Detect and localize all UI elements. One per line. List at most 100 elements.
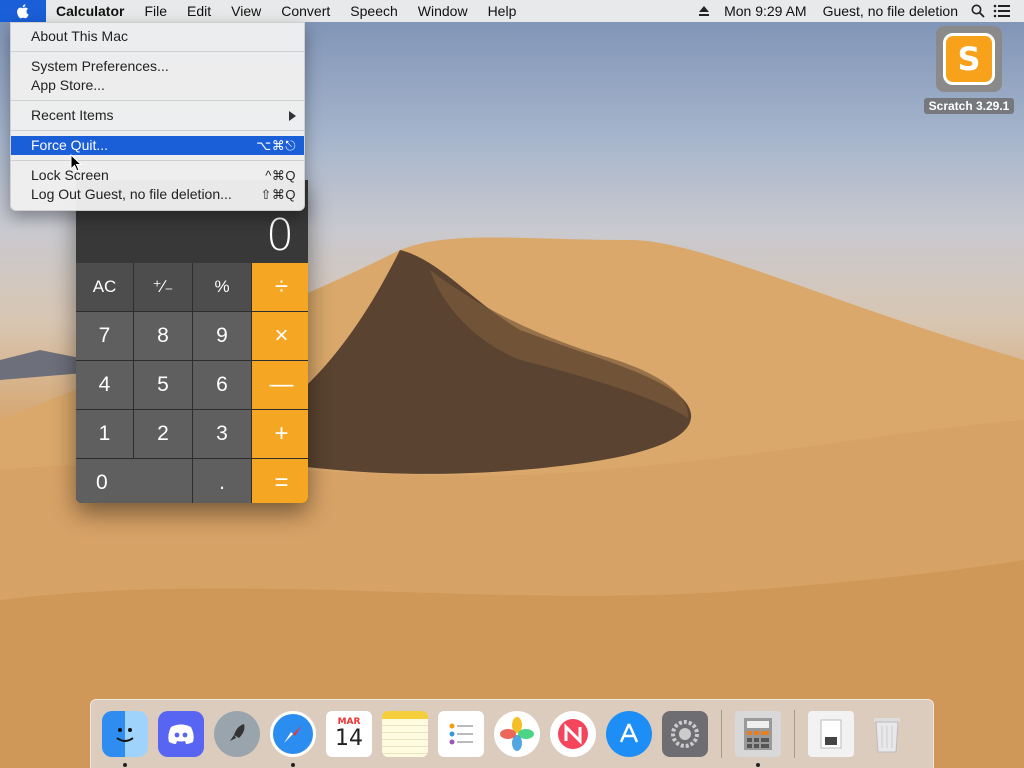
menu-separator — [11, 100, 304, 101]
scratch-app-icon: S — [936, 26, 1002, 92]
menu-item-log-out[interactable]: Log Out Guest, no file deletion... ⇧⌘Q — [11, 185, 304, 204]
apple-glyph — [17, 4, 29, 19]
dock-calendar[interactable]: MAR 14 — [321, 700, 377, 768]
menu-item-label: App Store... — [31, 77, 105, 93]
system-preferences-icon — [662, 711, 708, 757]
dock-separator — [794, 710, 795, 758]
launchpad-icon — [214, 711, 260, 757]
finder-icon — [102, 711, 148, 757]
key-plus-minus[interactable]: ⁺∕₋ — [134, 263, 192, 311]
dock-downloads[interactable] — [803, 700, 859, 768]
dock-discord[interactable] — [153, 700, 209, 768]
reminders-icon — [438, 711, 484, 757]
downloads-icon — [808, 711, 854, 757]
trash-icon — [864, 711, 910, 757]
submenu-arrow-icon — [289, 110, 296, 121]
menu-item-label: Force Quit... — [31, 137, 109, 153]
calculator-window: 0 AC ⁺∕₋ % ÷ 7 8 9 × 4 5 6 — 1 2 3 + 0 .… — [76, 180, 308, 503]
menu-bar-status-area: Mon 9:29 AM Guest, no file deletion — [692, 0, 1024, 22]
mouse-pointer-icon — [70, 154, 82, 172]
key-percent[interactable]: % — [193, 263, 251, 311]
notes-icon — [382, 711, 428, 757]
menu-item-recent-items[interactable]: Recent Items — [11, 106, 304, 125]
menu-item-label: Recent Items — [31, 107, 114, 123]
key-6[interactable]: 6 — [193, 361, 251, 409]
key-all-clear[interactable]: AC — [76, 263, 133, 311]
menu-item-about-this-mac[interactable]: About This Mac — [11, 27, 304, 46]
menu-edit[interactable]: Edit — [177, 0, 221, 22]
scratch-icon-label: Scratch 3.29.1 — [923, 98, 1015, 114]
spotlight-search-icon[interactable] — [966, 0, 990, 22]
running-indicator — [756, 762, 760, 767]
dock-finder[interactable] — [97, 700, 153, 768]
running-indicator — [123, 762, 127, 767]
notification-center-icon[interactable] — [990, 0, 1014, 22]
key-divide[interactable]: ÷ — [252, 263, 308, 311]
calculator-icon — [735, 711, 781, 757]
menu-window[interactable]: Window — [408, 0, 478, 22]
menu-file[interactable]: File — [134, 0, 177, 22]
dock-system-preferences[interactable] — [657, 700, 713, 768]
menu-item-lock-screen[interactable]: Lock Screen ^⌘Q — [11, 166, 304, 185]
key-minus[interactable]: — — [252, 361, 308, 409]
news-icon — [550, 711, 596, 757]
menu-item-shortcut: ^⌘Q — [265, 168, 296, 183]
calendar-day: 14 — [335, 726, 363, 751]
app-store-icon — [606, 711, 652, 757]
dock-calculator[interactable] — [730, 700, 786, 768]
running-indicator — [291, 762, 295, 767]
key-2[interactable]: 2 — [134, 410, 192, 458]
dock-news[interactable] — [545, 700, 601, 768]
menu-separator — [11, 160, 304, 161]
menu-user[interactable]: Guest, no file deletion — [815, 0, 966, 22]
menu-speech[interactable]: Speech — [340, 0, 407, 22]
key-0[interactable]: 0 — [76, 459, 192, 503]
dock-trash[interactable] — [859, 700, 915, 768]
menu-item-label: Log Out Guest, no file deletion... — [31, 186, 232, 202]
calculator-keypad: AC ⁺∕₋ % ÷ 7 8 9 × 4 5 6 — 1 2 3 + 0 . = — [76, 263, 308, 503]
menu-separator — [11, 51, 304, 52]
discord-icon — [158, 711, 204, 757]
menu-item-label: About This Mac — [31, 28, 129, 44]
menu-help[interactable]: Help — [478, 0, 527, 22]
menu-convert[interactable]: Convert — [271, 0, 340, 22]
key-multiply[interactable]: × — [252, 312, 308, 360]
dock-launchpad[interactable] — [209, 700, 265, 768]
menu-item-system-preferences[interactable]: System Preferences... — [11, 57, 304, 76]
menu-item-shortcut: ⌥⌘⎋ — [256, 138, 296, 153]
menu-item-shortcut: ⇧⌘Q — [260, 187, 296, 202]
menu-app-name[interactable]: Calculator — [46, 0, 134, 22]
menu-item-force-quit[interactable]: Force Quit... ⌥⌘⎋ — [11, 136, 304, 155]
eject-icon[interactable] — [692, 0, 716, 22]
key-3[interactable]: 3 — [193, 410, 251, 458]
dock: MAR 14 — [90, 699, 934, 768]
menu-item-label: System Preferences... — [31, 58, 169, 74]
dock-separator — [721, 710, 722, 758]
calendar-icon: MAR 14 — [326, 711, 372, 757]
key-7[interactable]: 7 — [76, 312, 133, 360]
key-4[interactable]: 4 — [76, 361, 133, 409]
key-equals[interactable]: = — [252, 459, 308, 503]
safari-icon — [270, 711, 316, 757]
key-5[interactable]: 5 — [134, 361, 192, 409]
dock-notes[interactable] — [377, 700, 433, 768]
key-1[interactable]: 1 — [76, 410, 133, 458]
menu-separator — [11, 130, 304, 131]
scratch-logo-icon: S — [943, 33, 995, 85]
photos-icon — [494, 711, 540, 757]
menu-item-app-store[interactable]: App Store... — [11, 76, 304, 95]
menu-bar: Calculator File Edit View Convert Speech… — [0, 0, 1024, 22]
key-9[interactable]: 9 — [193, 312, 251, 360]
key-decimal[interactable]: . — [193, 459, 251, 503]
dock-app-store[interactable] — [601, 700, 657, 768]
key-plus[interactable]: + — [252, 410, 308, 458]
menu-clock[interactable]: Mon 9:29 AM — [716, 0, 815, 22]
scratch-desktop-icon[interactable]: S Scratch 3.29.1 — [922, 26, 1016, 114]
menu-view[interactable]: View — [221, 0, 271, 22]
key-8[interactable]: 8 — [134, 312, 192, 360]
apple-menu-dropdown: About This Mac System Preferences... App… — [10, 22, 305, 211]
dock-safari[interactable] — [265, 700, 321, 768]
dock-reminders[interactable] — [433, 700, 489, 768]
dock-photos[interactable] — [489, 700, 545, 768]
apple-logo-icon[interactable] — [0, 0, 46, 22]
